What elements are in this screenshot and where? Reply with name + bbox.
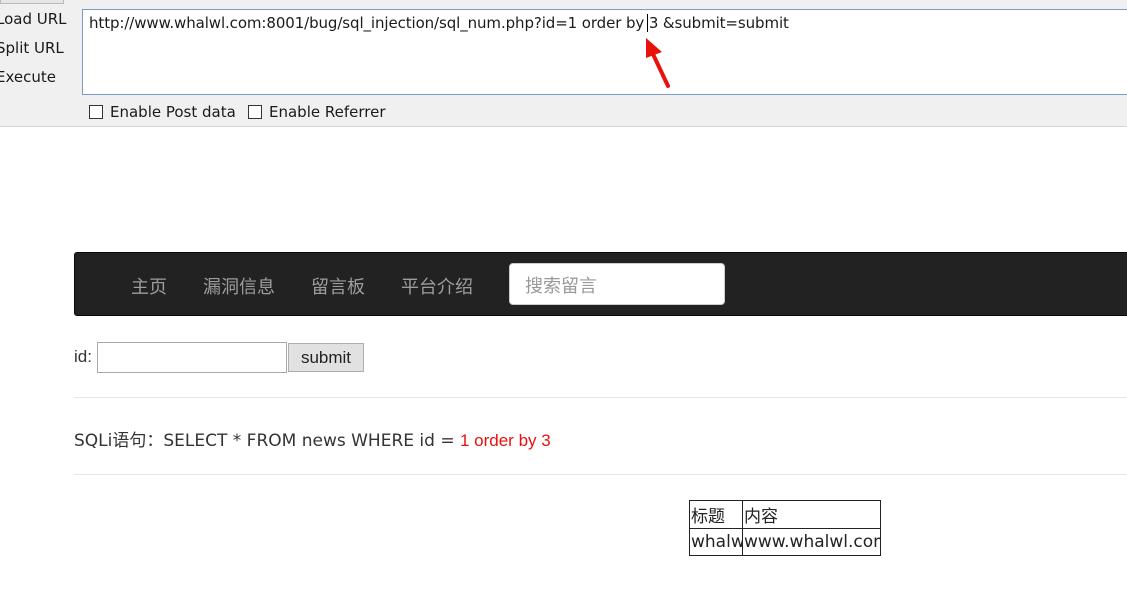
nav-item-home[interactable]: 主页 <box>131 273 167 299</box>
enable-post-data-option[interactable]: Enable Post data <box>89 103 236 121</box>
text-caret <box>647 14 648 32</box>
divider <box>74 474 1127 475</box>
submit-button[interactable]: submit <box>288 343 364 372</box>
url-text: http://www.whalwl.com:8001/bug/sql_injec… <box>89 14 789 32</box>
post-data-label: Enable Post data <box>110 103 236 121</box>
sqli-statement: SQLi语句：SELECT * FROM news WHERE id = 1 o… <box>74 426 551 451</box>
sqli-injected-value: 1 order by 3 <box>459 431 551 450</box>
site-navbar: 主页 漏洞信息 留言板 平台介绍 搜索留言 <box>74 252 1127 316</box>
table-row: whalwl www.whalwl.com. <box>689 528 881 556</box>
enable-referrer-option[interactable]: Enable Referrer <box>248 103 385 121</box>
split-url-button[interactable]: Split URL <box>0 39 64 57</box>
post-data-checkbox[interactable] <box>89 105 103 119</box>
hackbar-panel: Load URL Split URL Execute http://www.wh… <box>0 0 1127 127</box>
nav-item-vulnerabilities[interactable]: 漏洞信息 <box>203 273 275 299</box>
result-table: 标题 内容 whalwl www.whalwl.com. <box>689 500 881 556</box>
annotation-arrow-icon <box>646 38 670 88</box>
table-cell-content: www.whalwl.com. <box>742 528 881 556</box>
table-header-row: 标题 内容 <box>689 500 881 529</box>
search-input[interactable]: 搜索留言 <box>509 263 725 305</box>
url-textarea[interactable]: http://www.whalwl.com:8001/bug/sql_injec… <box>82 9 1127 95</box>
id-input[interactable] <box>97 342 287 373</box>
referrer-checkbox[interactable] <box>248 105 262 119</box>
hackbar-top-button[interactable] <box>0 0 64 4</box>
table-cell-title: whalwl <box>689 528 743 556</box>
referrer-label: Enable Referrer <box>269 103 386 121</box>
nav-item-about[interactable]: 平台介绍 <box>401 273 473 299</box>
column-header-content: 内容 <box>742 500 881 529</box>
execute-button[interactable]: Execute <box>0 68 56 86</box>
sqli-label: SQLi语句：SELECT * FROM news WHERE id = <box>74 431 460 451</box>
column-header-title: 标题 <box>689 500 743 529</box>
nav-item-guestbook[interactable]: 留言板 <box>311 273 365 299</box>
id-label: id: <box>74 347 92 366</box>
divider <box>74 397 1127 398</box>
load-url-button[interactable]: Load URL <box>0 10 67 28</box>
